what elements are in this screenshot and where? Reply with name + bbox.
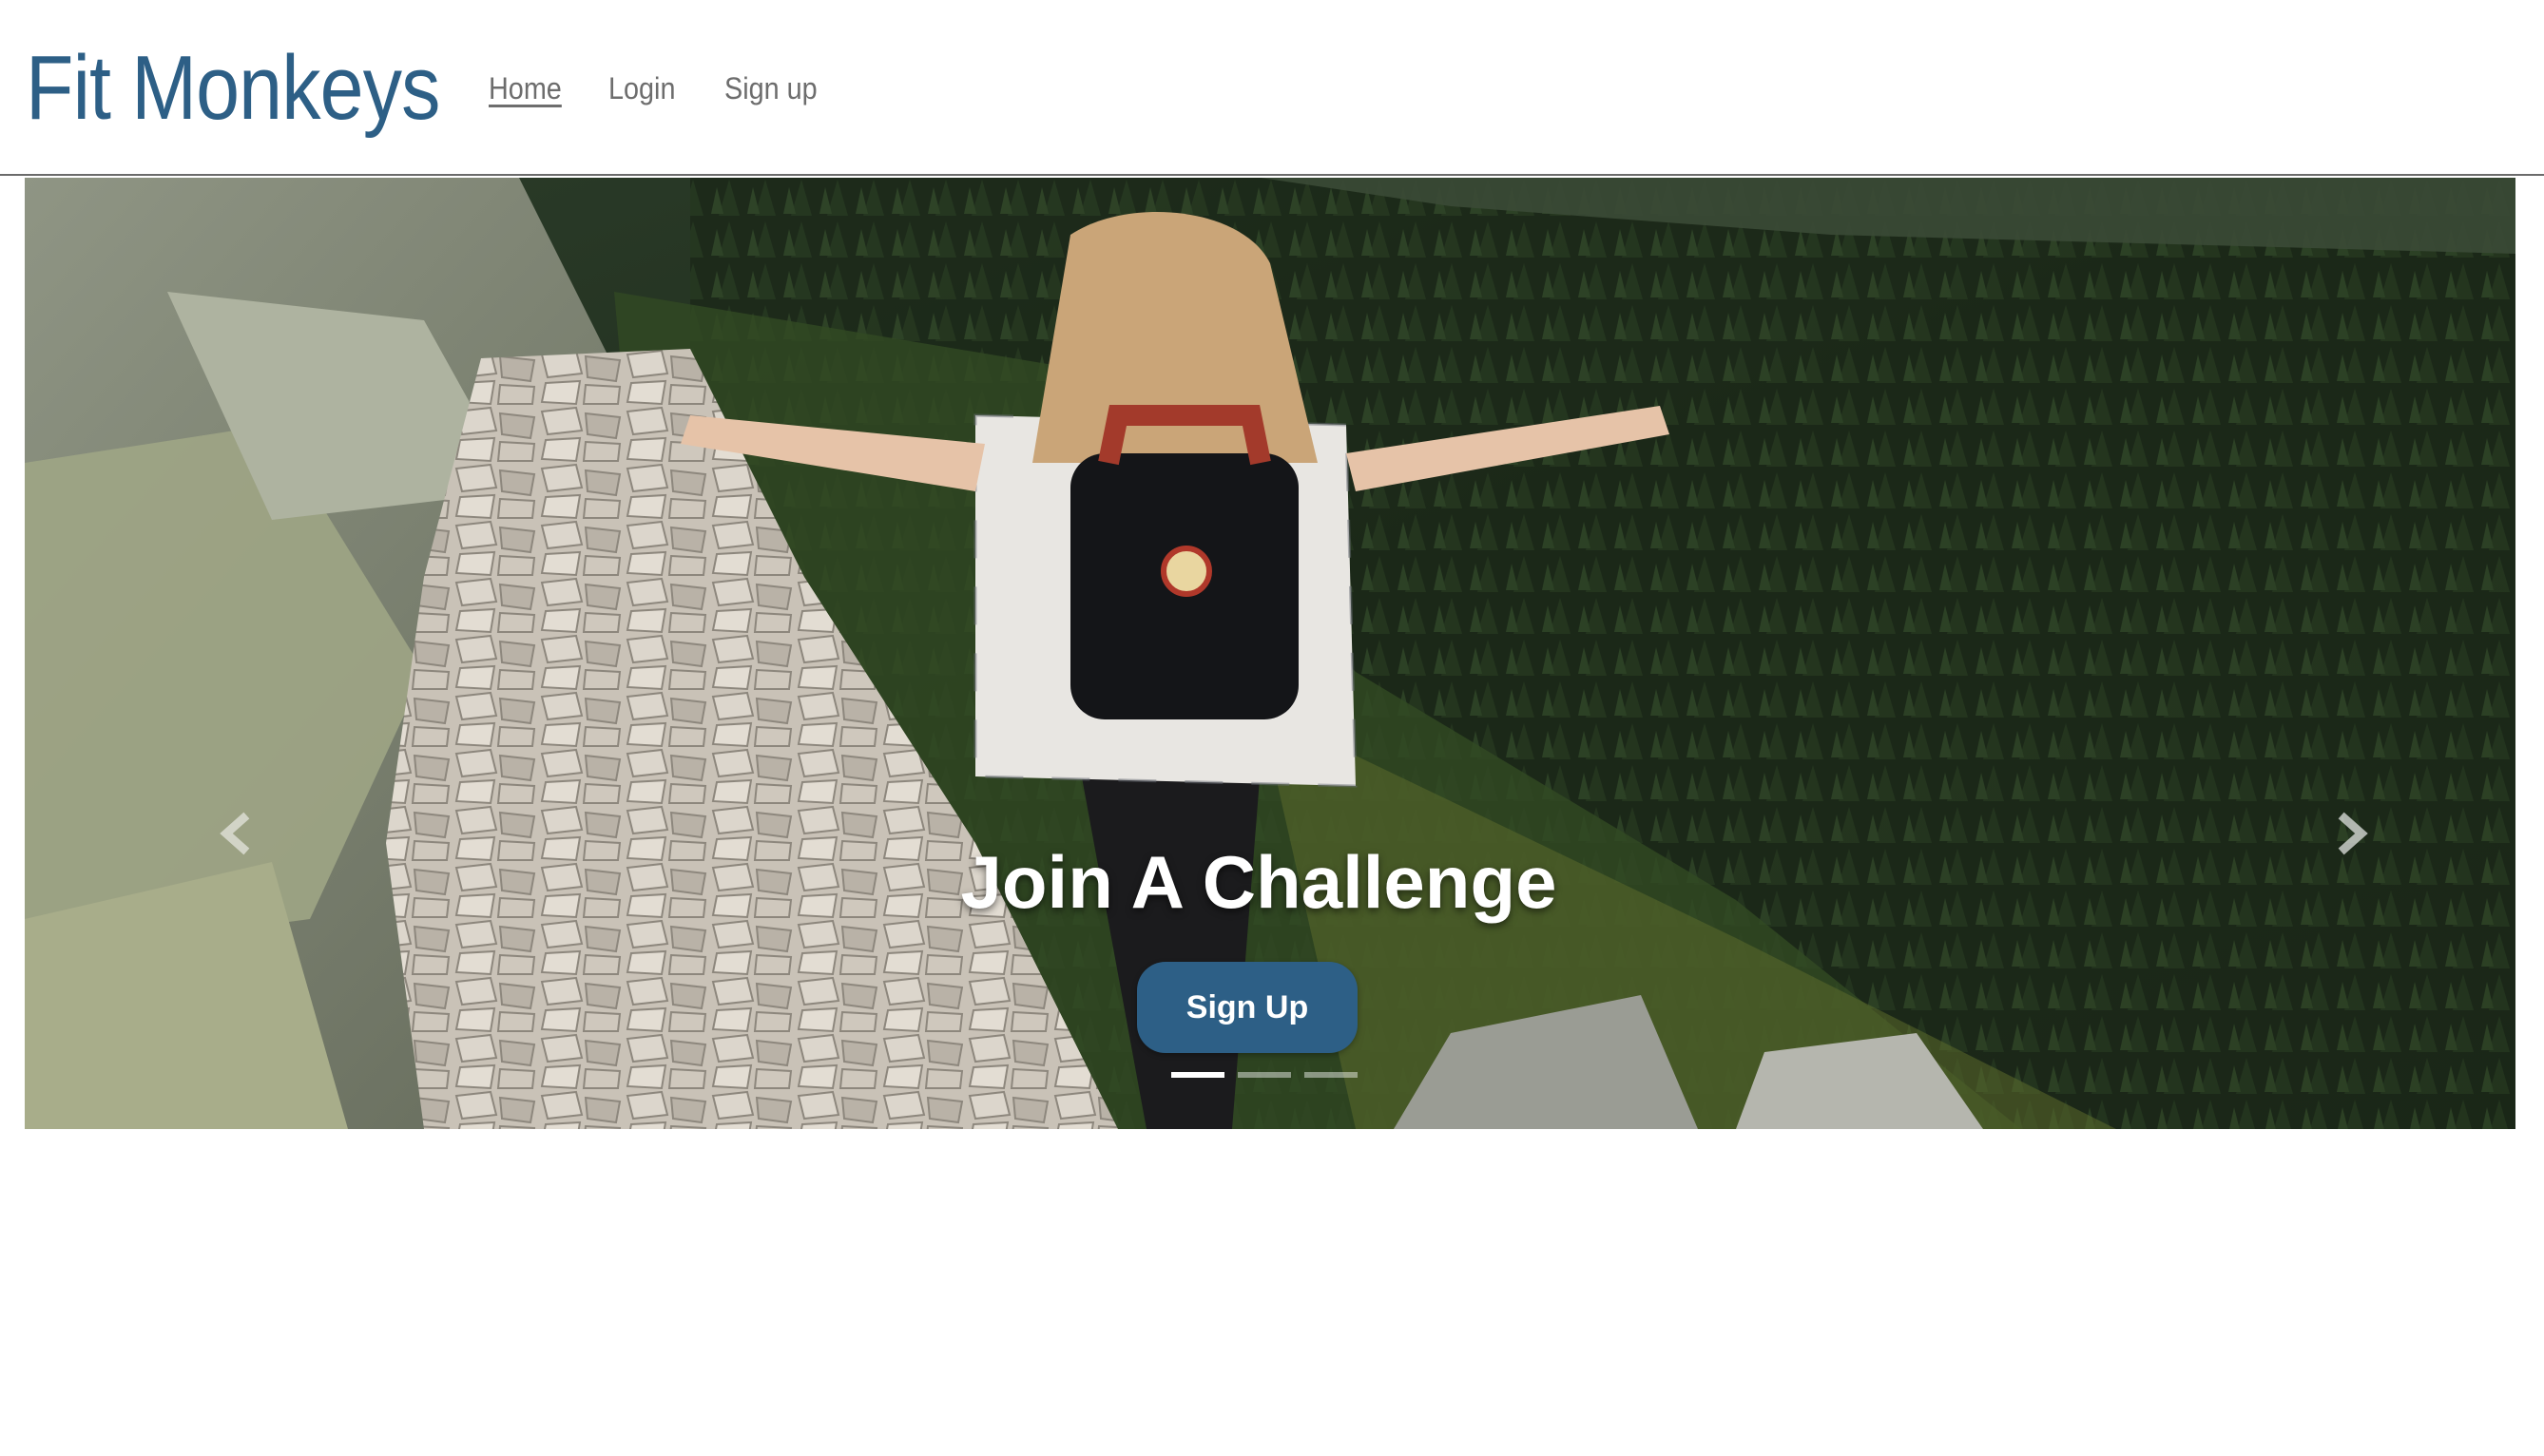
- carousel-indicator-1[interactable]: [1171, 1072, 1224, 1078]
- nav-link-sign-up[interactable]: Sign up: [724, 71, 861, 106]
- carousel-caption-title: Join A Challenge: [960, 840, 1557, 924]
- carousel-indicator-3[interactable]: [1304, 1072, 1358, 1078]
- navbar: Fit Monkeys Home Login Sign up: [0, 0, 2544, 176]
- nav-link-login[interactable]: Login: [608, 71, 713, 106]
- brand-logo[interactable]: Fit Monkeys: [26, 32, 440, 144]
- nav-links: Home Login Sign up: [489, 67, 877, 110]
- carousel-indicator-2[interactable]: [1238, 1072, 1291, 1078]
- carousel-indicators: [1171, 1072, 1358, 1078]
- nav-link-home[interactable]: Home: [489, 71, 596, 106]
- sign-up-button[interactable]: Sign Up: [1137, 962, 1358, 1053]
